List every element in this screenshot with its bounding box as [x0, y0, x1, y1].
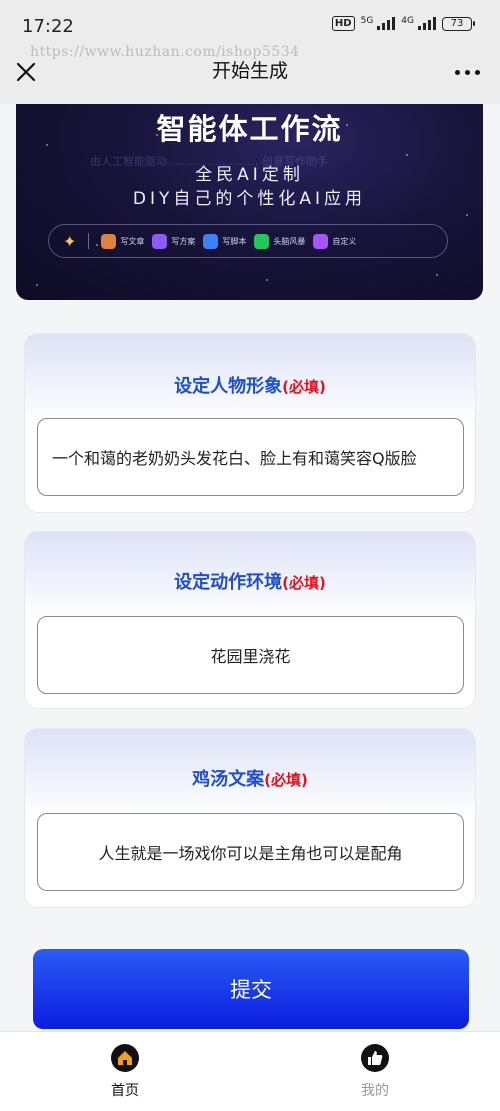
net-label-5g: 5G	[360, 16, 374, 26]
scene-label: 设定动作环境(必填)	[25, 568, 475, 594]
required-tag: (必填)	[264, 771, 308, 789]
character-label: 设定人物形象(必填)	[25, 372, 475, 398]
banner-line-2: DIY自己的个性化AI应用	[132, 189, 367, 209]
feature-custom[interactable]: 自定义	[313, 233, 357, 249]
feature-write-article[interactable]: 写文章	[101, 233, 145, 249]
tab-home[interactable]: 首页	[85, 1044, 165, 1100]
feature-label: 写脚本	[222, 236, 247, 246]
submit-button[interactable]: 提交	[33, 949, 469, 1029]
character-label-text: 设定人物形象	[174, 376, 283, 397]
tab-mine[interactable]: 我的	[335, 1044, 415, 1100]
signal-5g-icon: 5G	[361, 17, 396, 30]
feature-label: 自定义	[332, 236, 357, 246]
plan-icon	[152, 233, 168, 249]
tab-home-label: 首页	[111, 1083, 139, 1099]
article-icon	[101, 233, 117, 249]
feature-brainstorm[interactable]: 头脑风暴	[254, 233, 306, 249]
feature-write-plan[interactable]: 写方案	[152, 233, 196, 249]
brainstorm-icon	[254, 233, 270, 249]
custom-icon	[313, 233, 329, 249]
battery-icon: 73	[442, 16, 475, 31]
banner-line-1: 全民AI定制	[195, 165, 304, 185]
status-indicators: HD 5G 4G 73	[331, 16, 475, 31]
quote-card: 鸡汤文案(必填) 人生就是一场戏你可以是主角也可以是配角	[24, 728, 476, 908]
character-input[interactable]: 一个和蔼的老奶奶头发花白、脸上有和蔼笑容Q版脸	[37, 418, 464, 496]
more-options-icon[interactable]	[455, 70, 480, 75]
scene-label-text: 设定动作环境	[174, 572, 283, 593]
feature-label: 写方案	[171, 236, 196, 246]
status-bar: 17:22 HD 5G 4G 73	[0, 0, 500, 40]
tab-bar: 首页 我的	[0, 1031, 500, 1111]
character-card: 设定人物形象(必填) 一个和蔼的老奶奶头发花白、脸上有和蔼笑容Q版脸	[24, 333, 476, 513]
sparkle-icon: ✦	[63, 231, 77, 251]
banner: 智能体工作流 由人工智能驱动 …………………… 创意写作助手 全民AI定制 DI…	[16, 104, 483, 300]
required-tag: (必填)	[282, 378, 326, 396]
scene-input[interactable]: 花园里浇花	[37, 616, 464, 694]
net-label-4g: 4G	[401, 16, 414, 26]
quote-label: 鸡汤文案(必填)	[25, 765, 475, 791]
status-time: 17:22	[22, 16, 74, 37]
signal-4g-icon: 4G	[401, 17, 436, 30]
required-tag: (必填)	[282, 574, 326, 592]
tab-mine-label: 我的	[361, 1083, 389, 1099]
feature-write-script[interactable]: 写脚本	[203, 233, 247, 249]
quote-label-text: 鸡汤文案	[192, 769, 265, 790]
divider	[88, 233, 90, 249]
nav-bar: https://www.huzhan.com/ishop5534 开始生成	[0, 40, 500, 104]
banner-title: 智能体工作流	[156, 112, 343, 146]
feature-label: 头脑风暴	[273, 236, 306, 246]
scene-card: 设定动作环境(必填) 花园里浇花	[24, 531, 476, 709]
feature-label: 写文章	[120, 236, 145, 246]
script-icon	[203, 233, 219, 249]
quote-input[interactable]: 人生就是一场戏你可以是主角也可以是配角	[37, 813, 464, 891]
page-title: 开始生成	[211, 60, 288, 82]
thumbs-up-icon	[361, 1044, 389, 1072]
hd-badge: HD	[331, 16, 355, 31]
home-icon	[111, 1044, 139, 1072]
banner-feature-bar: ✦ 写文章 写方案 写脚本 头脑风暴 自定义	[48, 224, 448, 258]
